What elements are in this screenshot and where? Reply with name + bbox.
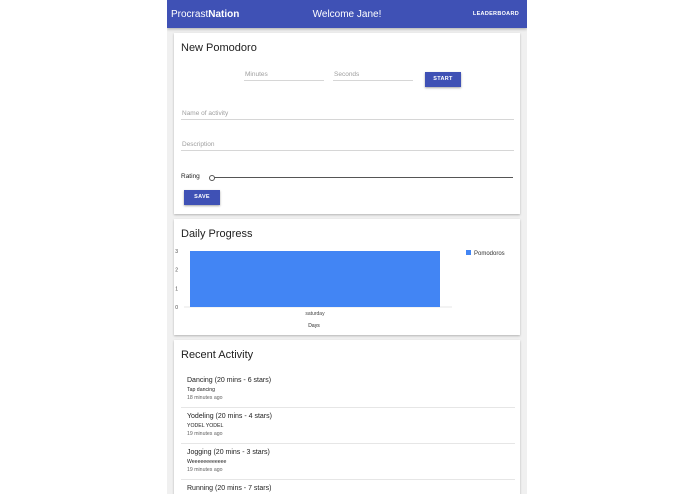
activity-item-time: 18 minutes ago (187, 395, 223, 401)
legend-swatch (466, 250, 471, 255)
y-tick-label: 3 (175, 249, 178, 255)
activity-name-input[interactable]: Name of activity (181, 108, 514, 120)
start-button[interactable]: START (425, 72, 461, 87)
daily-progress-chart: 0 1 2 3 saturday Days Pomodoros (175, 249, 505, 329)
legend-label: Pomodoros (474, 251, 505, 257)
new-pomodoro-title: New Pomodoro (181, 42, 257, 54)
chart-bar (190, 251, 440, 307)
rating-slider-knob[interactable] (209, 175, 215, 181)
y-tick-label: 2 (175, 268, 178, 274)
recent-activity-card: Recent Activity Dancing (20 mins - 6 sta… (174, 340, 520, 494)
activity-item[interactable]: Yodeling (20 mins - 4 stars) YODEL YODEL… (181, 408, 515, 444)
x-axis-label: Days (308, 323, 320, 329)
top-app-bar: ProcrastNation Welcome Jane! LEADERBOARD (167, 0, 527, 28)
activity-item-title: Dancing (20 mins - 6 stars) (187, 377, 272, 384)
daily-progress-title: Daily Progress (181, 228, 253, 240)
save-button[interactable]: SAVE (184, 190, 220, 205)
minutes-placeholder: Minutes (245, 71, 268, 78)
activity-item-description: Tap dancing (187, 387, 215, 393)
leaderboard-link[interactable]: LEADERBOARD (473, 11, 519, 17)
activity-item-title: Running (20 mins - 7 stars) (187, 485, 272, 492)
activity-item-description: YODEL YODEL (187, 423, 224, 429)
daily-progress-card: Daily Progress 0 1 2 3 saturday Days Pomodoros (174, 219, 520, 335)
activity-name-placeholder: Name of activity (182, 110, 229, 117)
activity-item[interactable]: Running (20 mins - 7 stars) (181, 480, 515, 494)
x-tick-label: saturday (305, 311, 325, 317)
seconds-placeholder: Seconds (334, 71, 360, 78)
activity-item[interactable]: Dancing (20 mins - 6 stars) Tap dancing … (181, 372, 515, 408)
activity-item-time: 19 minutes ago (187, 431, 223, 437)
new-pomodoro-card: New Pomodoro Minutes Seconds START Name … (174, 33, 520, 214)
y-tick-label: 1 (175, 286, 178, 292)
activity-item-title: Jogging (20 mins - 3 stars) (187, 449, 270, 456)
rating-slider-track[interactable] (211, 177, 513, 178)
activity-item-title: Yodeling (20 mins - 4 stars) (187, 413, 272, 420)
seconds-input[interactable]: Seconds (333, 69, 413, 81)
y-tick-label: 0 (175, 305, 178, 311)
app-frame: ProcrastNation Welcome Jane! LEADERBOARD… (167, 0, 527, 494)
rating-label: Rating (181, 173, 200, 180)
recent-activity-title: Recent Activity (181, 349, 254, 361)
minutes-input[interactable]: Minutes (244, 69, 324, 81)
activity-item-description: Weeeeeeeeeeee (187, 459, 227, 465)
activity-item-time: 19 minutes ago (187, 467, 223, 473)
description-input[interactable]: Description (181, 139, 514, 151)
description-placeholder: Description (182, 141, 215, 148)
activity-item[interactable]: Jogging (20 mins - 3 stars) Weeeeeeeeeee… (181, 444, 515, 480)
